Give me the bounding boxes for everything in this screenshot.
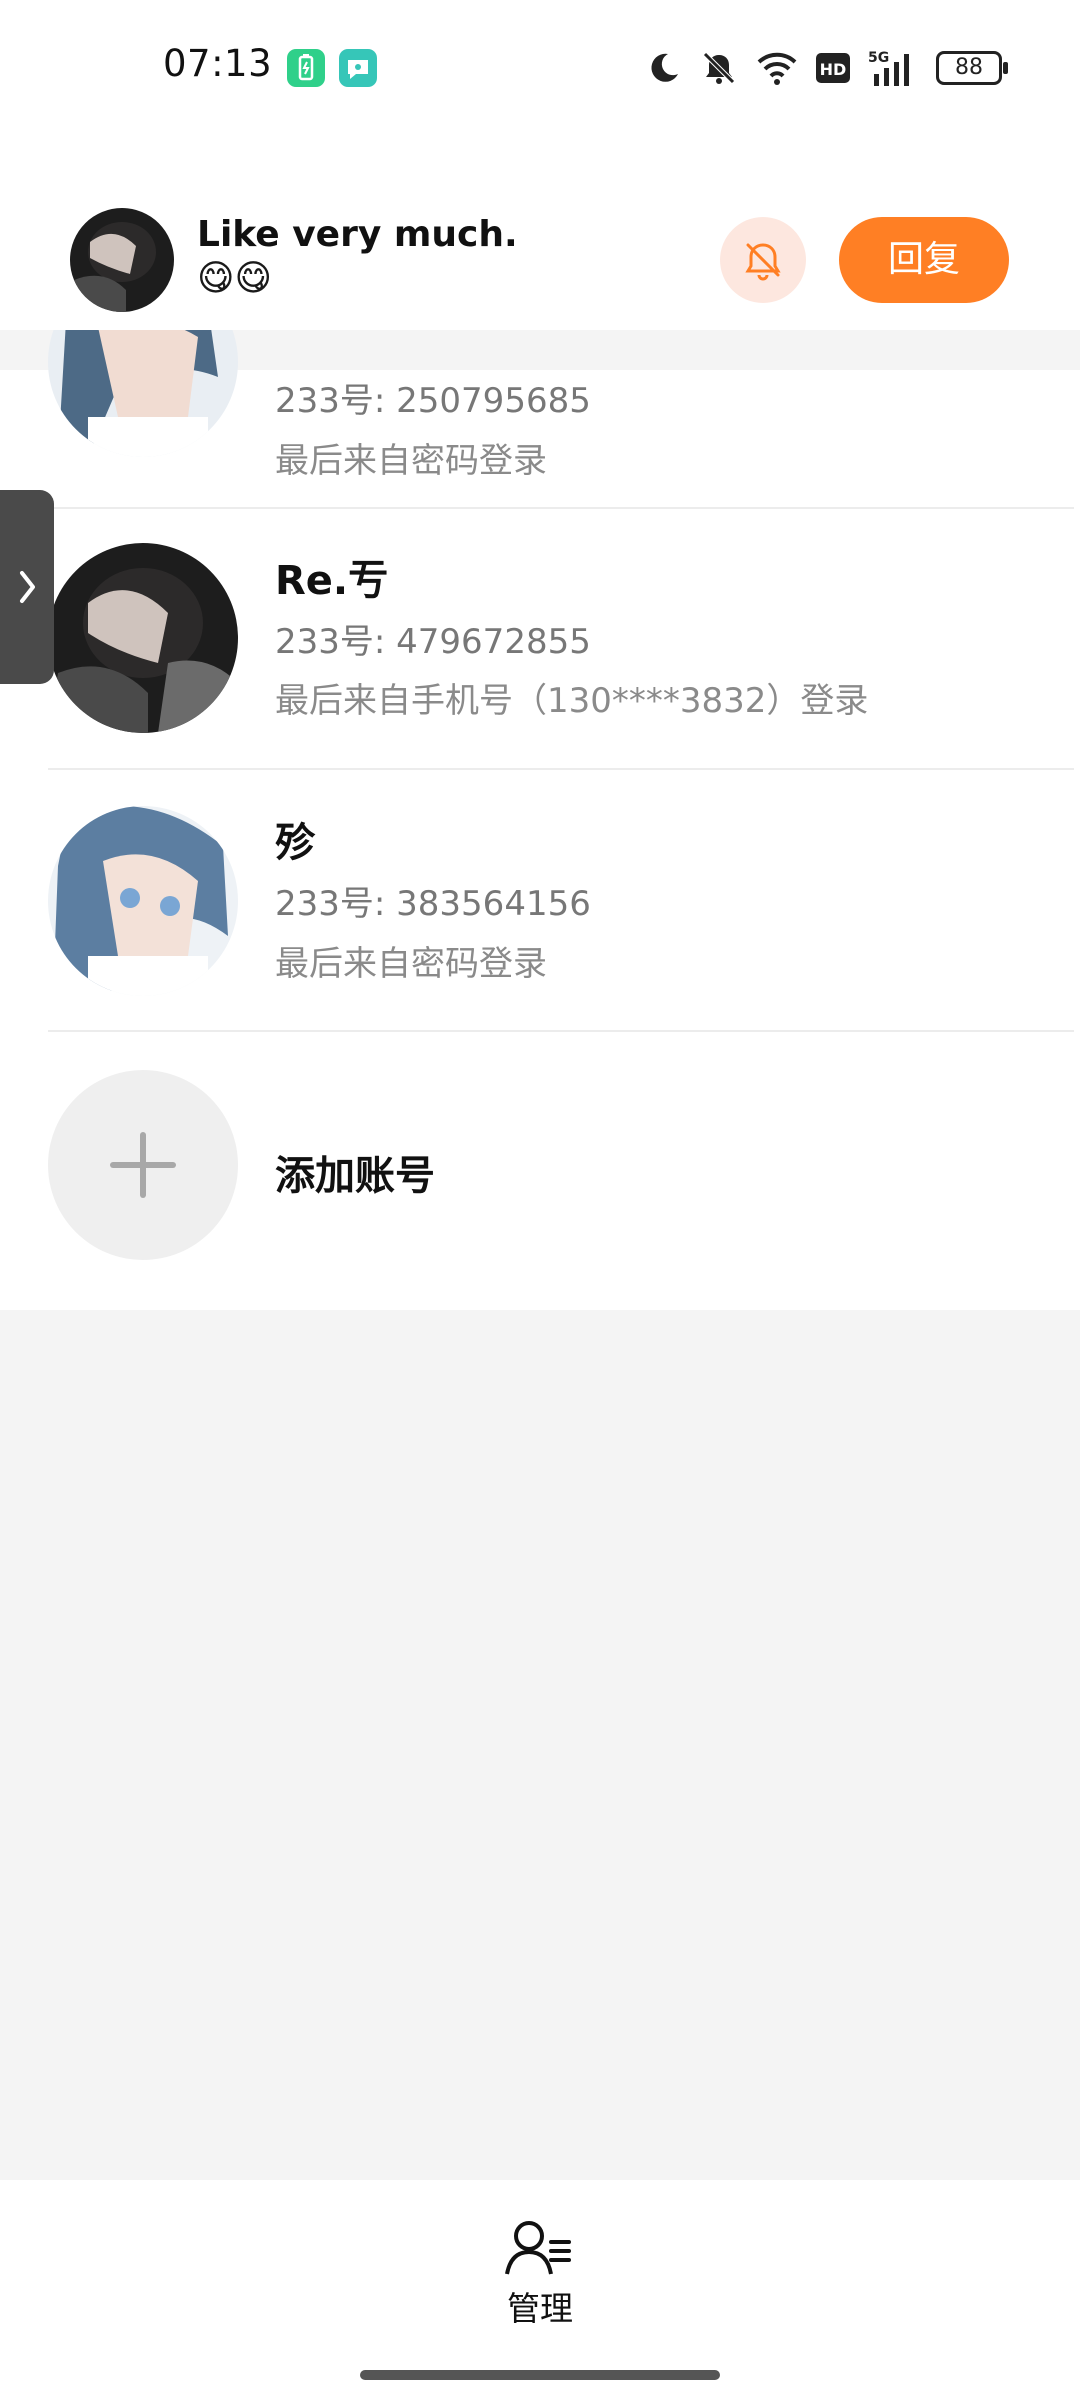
- bell-off-icon: [703, 52, 735, 84]
- avatar: [48, 806, 238, 996]
- account-row[interactable]: 殄 233号: 383564156 最后来自密码登录: [0, 770, 1080, 1032]
- side-drawer-handle[interactable]: [0, 490, 54, 684]
- plus-icon: [110, 1132, 176, 1198]
- notification-sender: Like very much.: [197, 214, 518, 255]
- home-indicator[interactable]: [360, 2370, 720, 2380]
- bell-off-icon: [745, 243, 781, 281]
- nav-label-manage[interactable]: 管理: [0, 2282, 1080, 2330]
- account-name: 殄: [275, 820, 315, 866]
- avatar: [48, 543, 238, 733]
- battery-icon: 88: [936, 51, 1008, 85]
- status-time: 07:13: [163, 42, 273, 85]
- battery-app-icon: [287, 49, 325, 87]
- svg-text:5G: 5G: [868, 50, 889, 66]
- notification-message: 😋😋: [197, 258, 273, 299]
- hd-icon: HD: [816, 53, 850, 83]
- add-account-row[interactable]: 添加账号: [0, 1032, 1080, 1310]
- add-account-label: 添加账号: [275, 1153, 435, 1199]
- row-divider: [48, 507, 1074, 509]
- account-uid: 233号: 383564156: [275, 884, 591, 924]
- status-icons: HD 5G 88: [646, 46, 1008, 90]
- signal-5g-icon: 5G: [868, 50, 909, 86]
- account-row[interactable]: Re.亐 233号: 479672855 最后来自手机号（130****3832…: [0, 510, 1080, 770]
- account-list: 233号: 250795685 最后来自密码登录 Re.亐 233号: 4796…: [0, 267, 1080, 1310]
- user-manage-icon[interactable]: [505, 2218, 575, 2282]
- account-last-login: 最后来自手机号（130****3832）登录: [275, 681, 869, 721]
- account-name: Re.亐: [275, 558, 389, 604]
- account-uid: 233号: 250795685: [275, 381, 591, 421]
- reply-button[interactable]: 回复: [839, 217, 1009, 303]
- notification-avatar: [70, 208, 174, 312]
- account-row[interactable]: 233号: 250795685 最后来自密码登录: [0, 267, 1080, 509]
- moon-icon: [651, 53, 678, 82]
- chat-app-icon: [339, 49, 377, 87]
- account-uid: 233号: 479672855: [275, 622, 591, 662]
- add-account-button[interactable]: [48, 1070, 238, 1260]
- account-last-login: 最后来自密码登录: [275, 441, 547, 481]
- chevron-right-icon: [20, 571, 35, 603]
- svg-text:HD: HD: [820, 60, 847, 79]
- account-last-login: 最后来自密码登录: [275, 944, 547, 984]
- mute-button[interactable]: [720, 217, 806, 303]
- wifi-icon: [757, 52, 797, 85]
